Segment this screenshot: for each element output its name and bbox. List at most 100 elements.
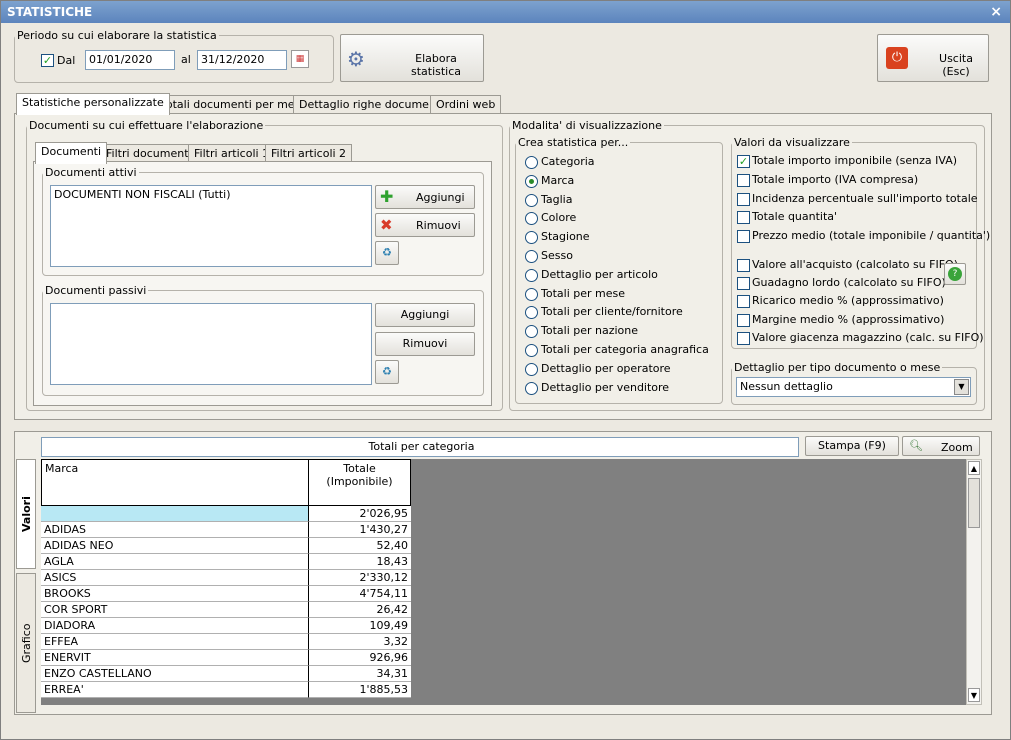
checkbox-valore-9[interactable] bbox=[737, 331, 750, 345]
checkbox-valore-4[interactable] bbox=[737, 230, 750, 244]
table-cell-totale[interactable]: 4'754,11 bbox=[309, 586, 411, 602]
table-cell-marca[interactable]: DIADORA bbox=[41, 618, 309, 634]
attivi-list[interactable]: DOCUMENTI NON FISCALI (Tutti) bbox=[50, 185, 372, 267]
attivi-aggiungi-button[interactable]: ✚ Aggiungi bbox=[375, 185, 475, 209]
table-cell-marca[interactable]: EFFEA bbox=[41, 634, 309, 650]
radio-label[interactable]: Totali per mese bbox=[541, 286, 625, 302]
radio-marca[interactable] bbox=[525, 174, 538, 188]
chevron-down-icon[interactable]: ▼ bbox=[954, 379, 969, 395]
radio-totali-per-mese[interactable] bbox=[525, 287, 538, 301]
radio-sesso[interactable] bbox=[525, 250, 538, 263]
stampa-button[interactable]: Stampa (F9) bbox=[805, 436, 899, 456]
radio-totali-per-cliente-fornitore[interactable] bbox=[525, 306, 538, 320]
table-cell-marca[interactable]: COR SPORT bbox=[41, 602, 309, 618]
valore-label[interactable]: Prezzo medio (totale imponibile / quanti… bbox=[752, 228, 990, 244]
table-cell-marca[interactable]: ERREA' bbox=[41, 682, 309, 698]
table-cell-totale[interactable]: 34,31 bbox=[309, 666, 411, 682]
radio-label[interactable]: Marca bbox=[541, 173, 574, 189]
table-cell-totale[interactable]: 26,42 bbox=[309, 602, 411, 618]
radio-label[interactable]: Categoria bbox=[541, 154, 595, 170]
table-cell-totale[interactable]: 2'330,12 bbox=[309, 570, 411, 586]
vtab-grafico[interactable]: Grafico bbox=[16, 573, 36, 713]
zoom-button[interactable]: 🔍︎ Zoom bbox=[902, 436, 980, 456]
table-cell-marca[interactable]: ENZO CASTELLANO bbox=[41, 666, 309, 682]
checkbox-valore-5[interactable] bbox=[737, 259, 750, 272]
radio-label[interactable]: Totali per nazione bbox=[541, 323, 638, 339]
attivi-clear-icon[interactable]: ♻ bbox=[375, 241, 399, 265]
table-cell-totale[interactable]: 1'430,27 bbox=[309, 522, 411, 538]
radio-dettaglio-per-operatore[interactable] bbox=[525, 362, 538, 376]
checkbox-valore-1[interactable] bbox=[737, 173, 750, 187]
header-marca[interactable]: Marca bbox=[41, 459, 309, 506]
table-cell-marca[interactable]: AGLA bbox=[41, 554, 309, 570]
tab-ordini-web[interactable]: Ordini web bbox=[430, 95, 502, 115]
valore-label[interactable]: Totale importo imponibile (senza IVA) bbox=[752, 153, 957, 169]
radio-categoria[interactable] bbox=[525, 156, 538, 169]
checkbox-valore-8[interactable] bbox=[737, 313, 750, 327]
vtab-valori[interactable]: Valori bbox=[16, 459, 36, 569]
radio-dettaglio-per-venditore[interactable] bbox=[525, 381, 538, 395]
table-cell-totale[interactable]: 109,49 bbox=[309, 618, 411, 634]
table-cell-totale[interactable]: 52,40 bbox=[309, 538, 411, 554]
radio-label[interactable]: Colore bbox=[541, 210, 576, 226]
table-cell-marca[interactable]: ADIDAS NEO bbox=[41, 538, 309, 554]
calendar-icon[interactable]: ▦ bbox=[291, 50, 309, 68]
scroll-down-icon[interactable]: ▼ bbox=[968, 688, 980, 702]
elabora-button[interactable]: ⚙ Elabora statistica bbox=[340, 34, 484, 82]
list-item[interactable]: DOCUMENTI NON FISCALI (Tutti) bbox=[54, 188, 368, 201]
table-cell-marca[interactable]: ENERVIT bbox=[41, 650, 309, 666]
tab-statistiche-personalizzate[interactable]: Statistiche personalizzate bbox=[16, 93, 170, 115]
table-cell-marca[interactable]: BROOKS bbox=[41, 586, 309, 602]
radio-dettaglio-per-articolo[interactable] bbox=[525, 268, 538, 282]
radio-label[interactable]: Dettaglio per operatore bbox=[541, 361, 671, 377]
checkbox-valore-2[interactable] bbox=[737, 192, 750, 206]
dal-checkbox[interactable]: ✓ bbox=[41, 54, 54, 67]
valore-label[interactable]: Totale quantita' bbox=[752, 209, 837, 225]
table-cell-totale[interactable]: 2'026,95 bbox=[309, 506, 411, 522]
close-icon[interactable]: × bbox=[990, 1, 1002, 23]
radio-label[interactable]: Dettaglio per articolo bbox=[541, 267, 658, 283]
radio-colore[interactable] bbox=[525, 212, 538, 226]
table-cell-marca[interactable]: ADIDAS bbox=[41, 522, 309, 538]
tab-dettaglio-righe[interactable]: Dettaglio righe documenti bbox=[293, 95, 450, 115]
radio-label[interactable]: Totali per categoria anagrafica bbox=[541, 342, 709, 358]
radio-stagione[interactable] bbox=[525, 231, 538, 245]
table-cell-totale[interactable]: 3,32 bbox=[309, 634, 411, 650]
table-cell-totale[interactable]: 1'885,53 bbox=[309, 682, 411, 698]
checkbox-valore-3[interactable] bbox=[737, 211, 750, 225]
help-button[interactable]: ? bbox=[944, 263, 966, 285]
scrollbar[interactable]: ▲ ▼ bbox=[966, 459, 982, 705]
checkbox-valore-0[interactable]: ✓ bbox=[737, 155, 750, 168]
date-to-field[interactable]: 31/12/2020 bbox=[197, 50, 287, 70]
table-cell-marca[interactable] bbox=[41, 506, 309, 522]
radio-totali-per-categoria-anagrafica[interactable] bbox=[525, 344, 538, 357]
valore-label[interactable]: Guadagno lordo (calcolato su FIFO) bbox=[752, 275, 946, 291]
valore-label[interactable]: Totale importo (IVA compresa) bbox=[752, 172, 918, 188]
valore-label[interactable]: Ricarico medio % (approssimativo) bbox=[752, 293, 944, 309]
radio-taglia[interactable] bbox=[525, 193, 538, 207]
radio-label[interactable]: Taglia bbox=[541, 192, 572, 208]
radio-totali-per-nazione[interactable] bbox=[525, 325, 538, 339]
date-from-field[interactable]: 01/01/2020 bbox=[85, 50, 175, 70]
header-totale[interactable]: Totale (Imponibile) bbox=[309, 459, 411, 506]
valore-label[interactable]: Incidenza percentuale sull'importo total… bbox=[752, 191, 978, 207]
valore-label[interactable]: Valore all'acquisto (calcolato su FIFO) bbox=[752, 257, 958, 273]
tab-totali-documenti-mese[interactable]: Totali documenti per mese bbox=[155, 95, 314, 115]
table-cell-marca[interactable]: ASICS bbox=[41, 570, 309, 586]
valore-label[interactable]: Margine medio % (approssimativo) bbox=[752, 312, 944, 328]
table-cell-totale[interactable]: 18,43 bbox=[309, 554, 411, 570]
radio-label[interactable]: Dettaglio per venditore bbox=[541, 380, 669, 396]
passivi-clear-icon[interactable]: ♻ bbox=[375, 360, 399, 384]
checkbox-valore-6[interactable] bbox=[737, 277, 750, 291]
checkbox-valore-7[interactable] bbox=[737, 295, 750, 309]
valore-label[interactable]: Valore giacenza magazzino (calc. su FIFO… bbox=[752, 330, 984, 346]
passivi-list[interactable] bbox=[50, 303, 372, 385]
passivi-aggiungi-button[interactable]: Aggiungi bbox=[375, 303, 475, 327]
scroll-thumb[interactable] bbox=[968, 478, 980, 528]
dettaglio-select[interactable]: Nessun dettaglio ▼ bbox=[736, 377, 971, 397]
radio-label[interactable]: Totali per cliente/fornitore bbox=[541, 304, 683, 320]
table-cell-totale[interactable]: 926,96 bbox=[309, 650, 411, 666]
subtab-documenti[interactable]: Documenti bbox=[35, 142, 108, 164]
radio-label[interactable]: Stagione bbox=[541, 229, 590, 245]
uscita-button[interactable]: ⏻ Uscita (Esc) bbox=[877, 34, 989, 82]
